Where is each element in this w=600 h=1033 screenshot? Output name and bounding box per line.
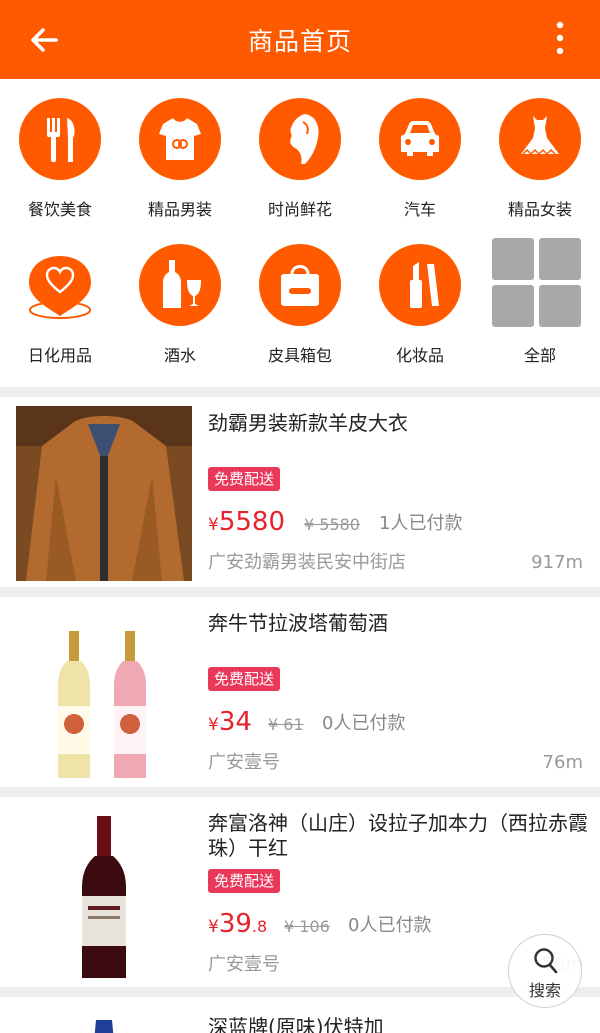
paid-count: 0人已付款 [348,915,432,936]
more-options-icon[interactable] [550,20,570,56]
shop-name: 广安壹号 [208,752,280,773]
car-icon [379,98,461,180]
product-name: 奔富洛神（山庄）设拉子加本力（西拉赤霞珠）干红 [208,811,588,860]
product-image [16,806,192,981]
section-divider [0,387,600,397]
product-item[interactable]: 奔牛节拉波塔葡萄酒 免费配送 ¥34 ¥ 61 0人已付款 广安壹号 76m [0,597,600,787]
category-daily-chemicals[interactable]: 日化用品 [0,225,120,365]
category-label: 全部 [523,346,556,365]
search-icon [534,948,558,974]
fork-knife-icon [19,98,101,180]
category-grid: 餐饮美食 精品男装 时尚鲜花 汽车 精品女装 日化用品 酒水 皮具箱包 化妆品 … [0,79,600,387]
product-price: ¥5580 [208,507,285,537]
dress-icon [499,98,581,180]
original-price: ¥ 106 [284,917,330,936]
lipstick-icon [379,244,461,326]
category-wine[interactable]: 酒水 [120,225,240,365]
category-label: 化妆品 [395,346,444,365]
product-name: 奔牛节拉波塔葡萄酒 [208,611,388,635]
free-shipping-badge: 免费配送 [208,869,281,893]
free-shipping-badge: 免费配送 [208,667,281,691]
paid-count: 0人已付款 [322,713,406,734]
free-shipping-badge: 免费配送 [208,467,281,491]
search-button[interactable]: 搜索 [508,934,582,1008]
product-price: ¥34 [208,707,252,737]
product-image [16,406,192,581]
product-item[interactable]: 深蓝牌(原味)伏特加 [0,997,600,1033]
category-label: 皮具箱包 [267,346,332,365]
product-name: 深蓝牌(原味)伏特加 [208,1015,384,1033]
distance: 917m [531,552,583,573]
tshirt-icon [139,98,221,180]
original-price: ¥ 5580 [304,515,360,534]
distance: 76m [542,752,583,773]
wine-bottle-icon [139,244,221,326]
product-name: 劲霸男装新款羊皮大衣 [208,411,408,435]
category-leather-bags[interactable]: 皮具箱包 [240,225,360,365]
grid-icon [492,238,582,328]
fashion-face-icon [259,98,341,180]
category-label: 日化用品 [27,346,92,365]
category-menswear[interactable]: 精品男装 [120,79,240,219]
product-image [16,1006,192,1033]
category-label: 精品男装 [147,200,212,219]
paid-count: 1人已付款 [379,513,463,534]
shop-name: 广安壹号 [208,954,280,975]
category-womenswear[interactable]: 精品女装 [480,79,600,219]
search-button-label: 搜索 [528,981,561,1000]
product-item[interactable]: 劲霸男装新款羊皮大衣 免费配送 ¥5580 ¥ 5580 1人已付款 广安劲霸男… [0,397,600,587]
category-dining[interactable]: 餐饮美食 [0,79,120,219]
handbag-icon [259,244,341,326]
product-image [16,606,192,781]
original-price: ¥ 61 [268,715,304,734]
category-all[interactable]: 全部 [480,225,600,365]
category-cosmetics[interactable]: 化妆品 [360,225,480,365]
category-flowers[interactable]: 时尚鲜花 [240,79,360,219]
category-label: 汽车 [403,200,436,219]
category-label: 餐饮美食 [27,200,92,219]
shop-name: 广安劲霸男装民安中街店 [208,552,406,573]
page-title: 商品首页 [247,27,352,56]
top-app-bar: 商品首页 [0,0,600,79]
heart-bubble-icon [19,244,101,326]
category-label: 酒水 [163,346,196,365]
category-label: 时尚鲜花 [267,200,332,219]
category-car[interactable]: 汽车 [360,79,480,219]
product-price: ¥39.8 [208,909,268,939]
category-label: 精品女装 [507,200,572,219]
